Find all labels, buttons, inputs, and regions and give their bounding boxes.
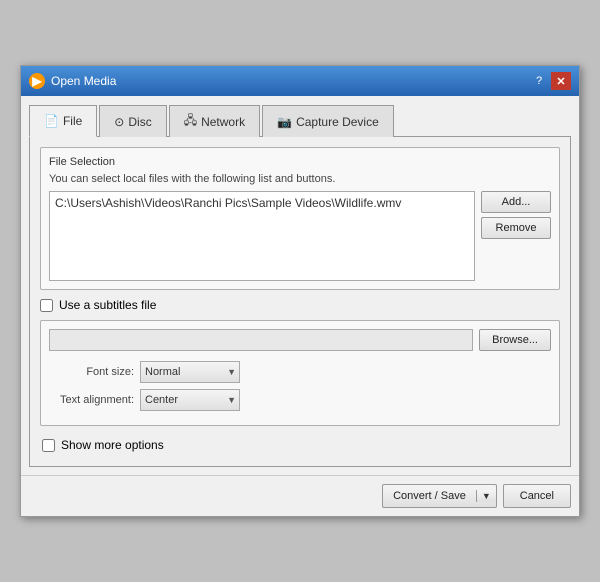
dialog-title: Open Media — [51, 74, 116, 88]
convert-save-button[interactable]: Convert / Save ▼ — [382, 484, 497, 508]
cancel-button[interactable]: Cancel — [503, 484, 571, 508]
convert-save-arrow-icon[interactable]: ▼ — [476, 490, 496, 502]
subtitle-file-row: Browse... — [49, 329, 551, 351]
tab-content-file: File Selection You can select local file… — [29, 137, 571, 467]
show-more-label: Show more options — [61, 438, 164, 452]
font-size-label: Font size: — [59, 366, 134, 378]
subtitle-header: Use a subtitles file — [40, 298, 560, 312]
font-size-select[interactable]: Smaller Small Normal Large Larger — [140, 361, 240, 383]
file-list-item: C:\Users\Ashish\Videos\Ranchi Pics\Sampl… — [53, 195, 471, 211]
title-bar-controls: ? ✕ — [529, 72, 571, 90]
network-tab-icon: 🖧 — [184, 111, 197, 132]
network-tab-label: Network — [201, 115, 245, 129]
disc-tab-icon: ⊙ — [114, 115, 124, 129]
tab-bar: 📄 File ⊙ Disc 🖧 Network 📷 Capture Device — [29, 104, 571, 137]
close-button[interactable]: ✕ — [551, 72, 571, 90]
file-tab-icon: 📄 — [44, 114, 59, 128]
file-selection-section: File Selection You can select local file… — [40, 147, 560, 290]
font-size-select-wrapper: Smaller Small Normal Large Larger ▼ — [140, 361, 240, 383]
title-bar-left: ▶ Open Media — [29, 73, 116, 89]
file-selection-desc: You can select local files with the foll… — [49, 173, 551, 185]
open-media-dialog: ▶ Open Media ? ✕ 📄 File ⊙ Disc 🖧 Network — [20, 65, 580, 517]
vlc-icon: ▶ — [29, 73, 45, 89]
font-size-row: Font size: Smaller Small Normal Large La… — [49, 361, 551, 383]
file-selection-title: File Selection — [49, 156, 551, 168]
text-alignment-select[interactable]: Left Center Right — [140, 389, 240, 411]
add-button[interactable]: Add... — [481, 191, 551, 213]
file-buttons: Add... Remove — [481, 191, 551, 281]
tab-file[interactable]: 📄 File — [29, 105, 97, 137]
text-alignment-select-wrapper: Left Center Right ▼ — [140, 389, 240, 411]
subtitle-file-input[interactable] — [49, 329, 473, 351]
subtitle-checkbox[interactable] — [40, 299, 53, 312]
subtitle-checkbox-label: Use a subtitles file — [59, 298, 156, 312]
subtitle-section: Browse... Font size: Smaller Small Norma… — [40, 320, 560, 426]
title-bar: ▶ Open Media ? ✕ — [21, 66, 579, 96]
browse-button[interactable]: Browse... — [479, 329, 551, 351]
file-listbox[interactable]: C:\Users\Ashish\Videos\Ranchi Pics\Sampl… — [49, 191, 475, 281]
dialog-footer: Convert / Save ▼ Cancel — [21, 475, 579, 516]
help-button[interactable]: ? — [529, 72, 549, 90]
capture-tab-label: Capture Device — [296, 115, 379, 129]
tab-disc[interactable]: ⊙ Disc — [99, 105, 166, 137]
capture-tab-icon: 📷 — [277, 115, 292, 129]
tab-capture[interactable]: 📷 Capture Device — [262, 105, 394, 137]
disc-tab-label: Disc — [128, 115, 151, 129]
file-list-area: C:\Users\Ashish\Videos\Ranchi Pics\Sampl… — [49, 191, 551, 281]
show-more-row: Show more options — [40, 434, 560, 456]
file-tab-label: File — [63, 114, 82, 128]
text-alignment-row: Text alignment: Left Center Right ▼ — [49, 389, 551, 411]
show-more-checkbox[interactable] — [42, 439, 55, 452]
tab-network[interactable]: 🖧 Network — [169, 105, 260, 137]
convert-save-main[interactable]: Convert / Save — [383, 490, 476, 502]
text-alignment-label: Text alignment: — [59, 394, 134, 406]
dialog-body: 📄 File ⊙ Disc 🖧 Network 📷 Capture Device… — [21, 96, 579, 475]
remove-button[interactable]: Remove — [481, 217, 551, 239]
